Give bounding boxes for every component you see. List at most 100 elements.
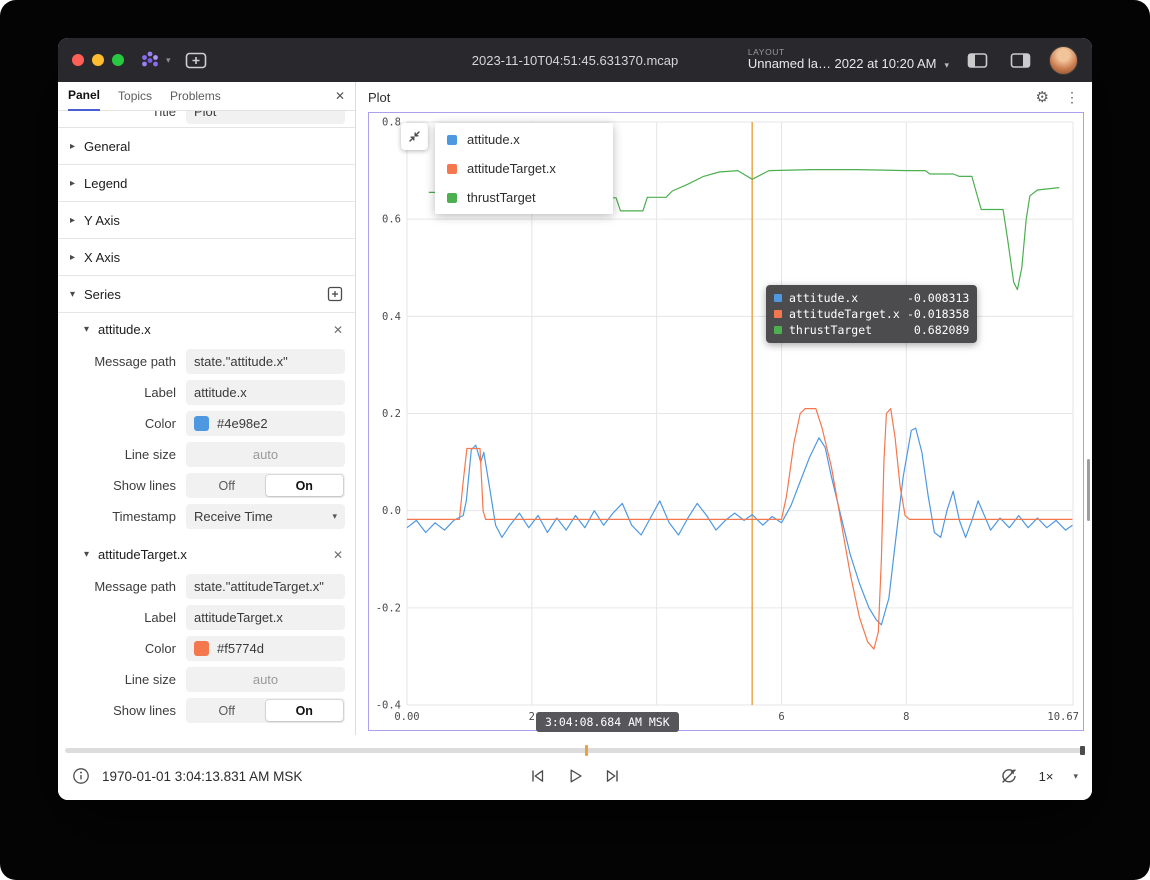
left-sidebar-toggle-icon[interactable] — [967, 52, 988, 69]
right-sidebar-toggle-icon[interactable] — [1010, 52, 1031, 69]
legend-swatch — [447, 193, 457, 203]
color-row: Color #4e98e2 — [58, 408, 355, 439]
panel-settings-gear-icon[interactable]: ⚙ — [1036, 88, 1049, 106]
show-lines-off-button[interactable]: Off — [188, 475, 266, 496]
playhead-marker[interactable] — [585, 745, 588, 756]
field-label: Message path — [58, 354, 186, 369]
field-label: Line size — [58, 447, 186, 462]
settings-sidebar: Panel Topics Problems ✕ Title Plot ▸ Gen… — [58, 82, 356, 735]
panel-menu-kebab-icon[interactable]: ⋮ — [1065, 89, 1080, 106]
add-series-icon[interactable] — [327, 286, 343, 302]
play-button[interactable] — [565, 766, 585, 786]
svg-text:-0.2: -0.2 — [376, 602, 401, 614]
loop-off-icon[interactable] — [999, 766, 1019, 786]
show-lines-on-button[interactable]: On — [266, 475, 344, 496]
series-name: attitudeTarget.x — [98, 547, 187, 562]
tab-topics[interactable]: Topics — [118, 82, 152, 110]
app-menu-chevron-icon[interactable]: ▾ — [166, 55, 171, 66]
seek-forward-button[interactable] — [603, 766, 623, 786]
section-series[interactable]: ▾ Series — [58, 276, 355, 313]
legend-swatch — [447, 164, 457, 174]
layout-selector[interactable]: LAYOUT Unnamed la… 2022 at 10:20 AM ▾ — [748, 48, 949, 73]
sidebar-tabbar: Panel Topics Problems ✕ — [58, 82, 355, 111]
tab-panel[interactable]: Panel — [68, 82, 100, 111]
svg-text:6: 6 — [778, 711, 784, 723]
plot-panel-header: Plot ⚙ ⋮ — [356, 82, 1092, 112]
main-area: Panel Topics Problems ✕ Title Plot ▸ Gen… — [58, 82, 1092, 735]
timeline-scrubber[interactable] — [65, 746, 1085, 755]
hover-series-name: thrustTarget — [789, 323, 907, 337]
legend-collapse-button[interactable] — [401, 123, 428, 150]
field-label: Label — [58, 610, 186, 625]
app-window: ▾ 2023-11-10T04:51:45.631370.mcap LAYOUT… — [58, 38, 1092, 800]
minimize-window-button[interactable] — [92, 54, 104, 66]
file-title: 2023-11-10T04:51:45.631370.mcap — [472, 53, 678, 68]
section-x-axis[interactable]: ▸ X Axis — [58, 239, 355, 276]
line-size-input[interactable]: auto — [186, 667, 345, 692]
scrollbar-thumb[interactable] — [1087, 459, 1090, 521]
color-input[interactable]: #f5774d — [186, 636, 345, 661]
plot-area[interactable]: 0.80.60.40.20.0-0.2-0.40.00246810.67 att… — [368, 112, 1084, 731]
hover-tooltip-row: attitudeTarget.x-0.018358 — [774, 306, 969, 322]
color-value: #f5774d — [217, 641, 264, 656]
user-avatar[interactable] — [1049, 46, 1078, 75]
legend-label: attitude.x — [467, 132, 520, 147]
playback-bar: 1970-01-01 3:04:13.831 AM MSK — [58, 735, 1092, 800]
close-window-button[interactable] — [72, 54, 84, 66]
label-value: attitudeTarget.x — [194, 610, 283, 625]
svg-text:8: 8 — [903, 711, 909, 723]
svg-text:10.67: 10.67 — [1047, 711, 1079, 723]
scrubber-hover-time: 3:04:08.684 AM MSK — [536, 712, 679, 732]
message-path-value: state."attitude.x" — [194, 354, 288, 369]
playback-speed[interactable]: 1× — [1039, 769, 1054, 784]
label-input[interactable]: attitudeTarget.x — [186, 605, 345, 630]
message-path-input[interactable]: state."attitudeTarget.x" — [186, 574, 345, 599]
data-source-info-icon[interactable] — [72, 767, 90, 785]
delete-series-icon[interactable]: ✕ — [333, 548, 343, 562]
chevron-right-icon: ▸ — [70, 215, 84, 226]
series-header-attitude-x[interactable]: ▾ attitude.x ✕ — [58, 313, 355, 346]
line-size-input[interactable]: auto — [186, 442, 345, 467]
plot-panel: Plot ⚙ ⋮ 0.80.60.40.20.0-0.2-0.40.002468… — [356, 82, 1092, 735]
section-label: Y Axis — [84, 213, 120, 228]
new-window-button[interactable] — [183, 50, 209, 71]
titlebar-right: LAYOUT Unnamed la… 2022 at 10:20 AM ▾ — [748, 46, 1078, 75]
svg-text:0.8: 0.8 — [382, 117, 401, 129]
scrubber-track[interactable] — [65, 748, 1085, 753]
message-path-row: Message path state."attitude.x" — [58, 346, 355, 377]
message-path-value: state."attitudeTarget.x" — [194, 579, 324, 594]
label-row: Label attitude.x — [58, 377, 355, 408]
title-input[interactable]: Plot — [186, 111, 345, 124]
tab-problems[interactable]: Problems — [170, 82, 221, 110]
legend-item[interactable]: attitudeTarget.x — [435, 154, 613, 183]
show-lines-on-button[interactable]: On — [266, 700, 344, 721]
sidebar-close-icon[interactable]: ✕ — [335, 89, 345, 103]
delete-series-icon[interactable]: ✕ — [333, 323, 343, 337]
color-input[interactable]: #4e98e2 — [186, 411, 345, 436]
legend-item[interactable]: thrustTarget — [435, 183, 613, 212]
panel-title: Plot — [368, 90, 390, 105]
series-name: attitude.x — [98, 322, 151, 337]
timestamp-value: Receive Time — [194, 509, 273, 524]
section-label: Legend — [84, 176, 127, 191]
seek-backward-button[interactable] — [527, 766, 547, 786]
show-lines-off-button[interactable]: Off — [188, 700, 266, 721]
message-path-input[interactable]: state."attitude.x" — [186, 349, 345, 374]
titlebar: ▾ 2023-11-10T04:51:45.631370.mcap LAYOUT… — [58, 38, 1092, 82]
speed-chevron-icon[interactable]: ▾ — [1073, 771, 1078, 782]
section-legend[interactable]: ▸ Legend — [58, 165, 355, 202]
desktop-background: ▾ 2023-11-10T04:51:45.631370.mcap LAYOUT… — [0, 0, 1150, 880]
series-header-attitude-target-x[interactable]: ▾ attitudeTarget.x ✕ — [58, 538, 355, 571]
section-general[interactable]: ▸ General — [58, 128, 355, 165]
layout-chevron-icon: ▾ — [944, 60, 949, 70]
zoom-window-button[interactable] — [112, 54, 124, 66]
foxglove-logo-icon[interactable] — [138, 49, 162, 71]
playback-controls: 1970-01-01 3:04:13.831 AM MSK — [58, 760, 1092, 792]
section-label: General — [84, 139, 130, 154]
legend-item[interactable]: attitude.x — [435, 125, 613, 154]
plot-legend: attitude.x attitudeTarget.xthrustTarget — [435, 123, 613, 214]
field-label: Label — [58, 385, 186, 400]
section-y-axis[interactable]: ▸ Y Axis — [58, 202, 355, 239]
label-input[interactable]: attitude.x — [186, 380, 345, 405]
timestamp-select[interactable]: Receive Time ▾ — [186, 504, 345, 529]
